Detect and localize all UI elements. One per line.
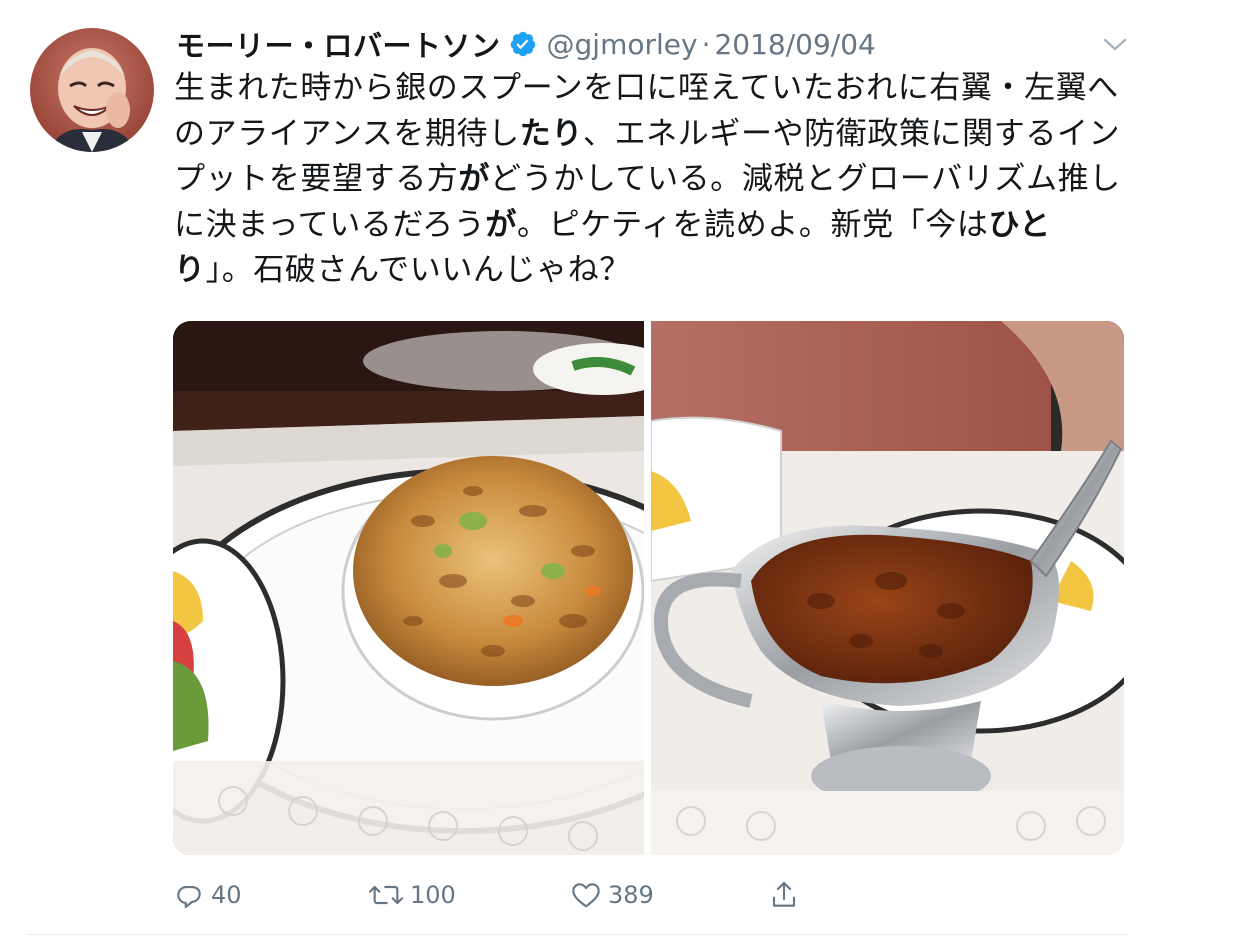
reply-button[interactable]: 40 [173,878,242,912]
tweet-actions: 40 100 389 [0,870,1233,920]
media-photo-curry[interactable] [651,321,1124,855]
tweet-text-emphasis: たり [519,115,583,152]
avatar-image [30,28,154,152]
tweet-text-segment: 。ピケティを読めよ。新党「今は [516,206,989,243]
tweet-text-emphasis: が [458,161,491,197]
display-name[interactable]: モーリー・ロバートソン [176,23,501,65]
tweet-header: モーリー・ロバートソン @gjmorley · 2018/09/04 [176,24,876,64]
retweet-icon [368,885,404,905]
retweet-count: 100 [410,881,456,909]
chevron-down-icon[interactable] [1102,34,1128,54]
tweet-text-emphasis: が [485,206,517,243]
tweet-text-segment: 」。石破さんでいいんじゃね？ [205,252,631,288]
share-button[interactable] [768,878,800,912]
tweet-divider [28,934,1128,935]
like-button[interactable]: 389 [570,878,654,912]
reply-icon [177,886,201,909]
like-count: 389 [608,881,654,909]
tweet: モーリー・ロバートソン @gjmorley · 2018/09/04 生まれた時… [0,0,1233,938]
tweet-text: 生まれた時から銀のスプーンを口に咥えていたおれに右翼・左翼へのアライアンスを期待… [174,66,1129,294]
header-separator: · [701,27,711,61]
tweet-date[interactable]: 2018/09/04 [714,28,875,61]
retweet-button[interactable]: 100 [368,878,456,912]
avatar[interactable] [30,28,154,152]
heart-icon [572,883,600,908]
verified-badge-icon [509,30,537,58]
reply-count: 40 [211,881,242,909]
media-gap [644,321,651,855]
tweet-media [173,321,1124,855]
author-handle[interactable]: @gjmorley [547,28,698,61]
media-photo-gratin[interactable] [173,321,644,855]
share-icon [772,881,796,907]
